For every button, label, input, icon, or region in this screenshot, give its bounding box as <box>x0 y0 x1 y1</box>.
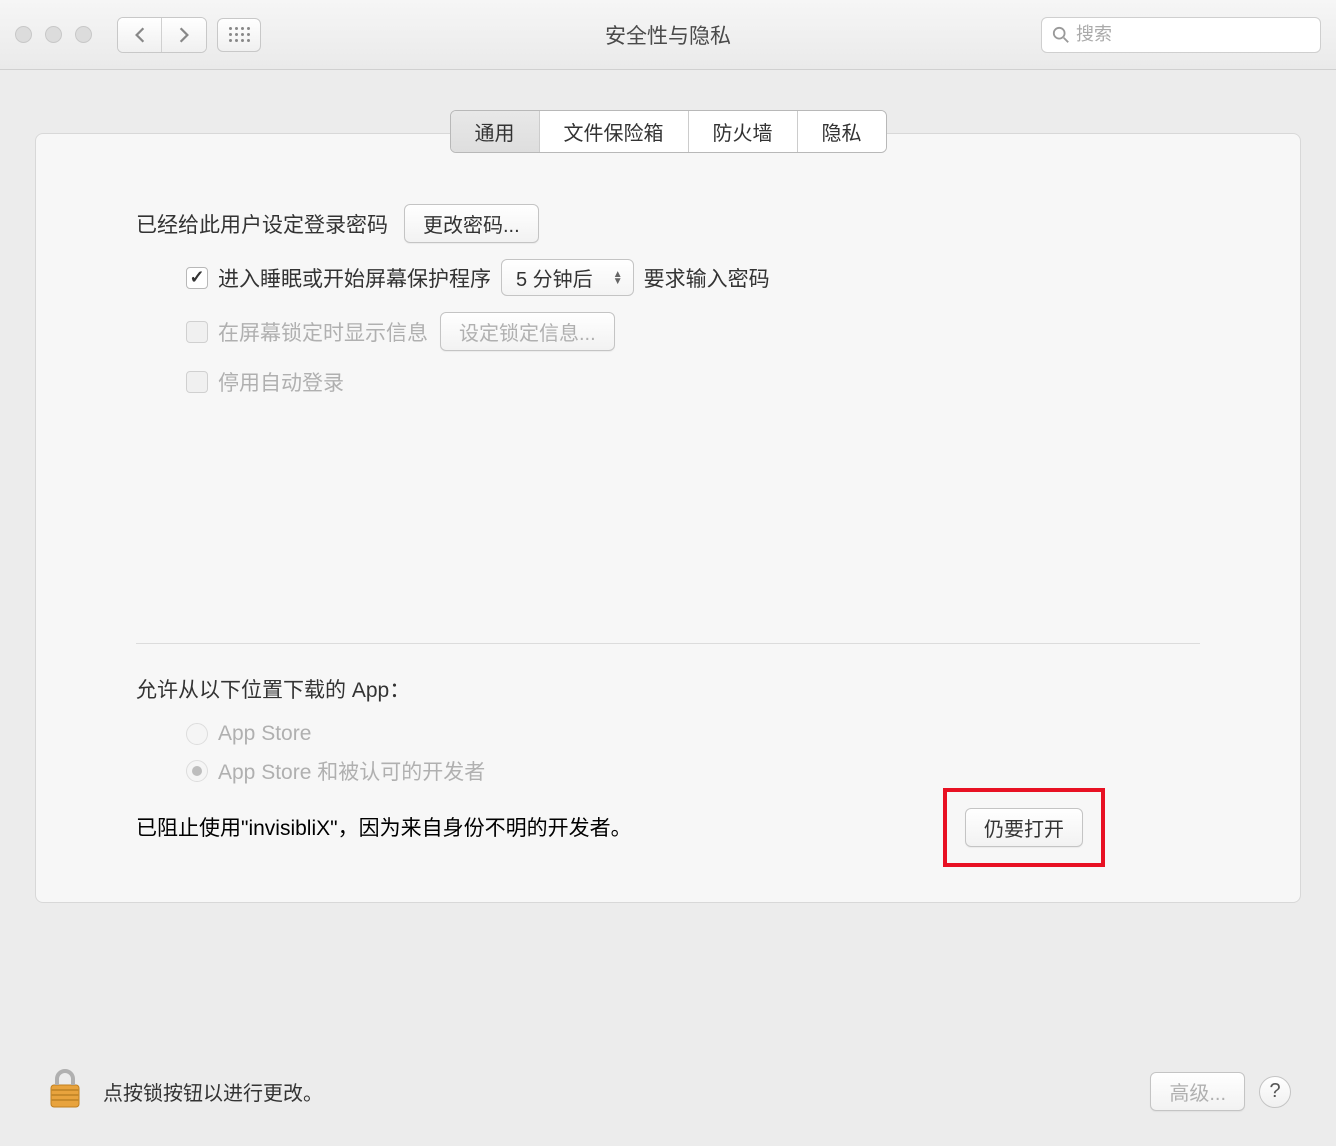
tab-group: 通用 文件保险箱 防火墙 隐私 <box>450 110 887 153</box>
allow-appstore-row: App Store <box>136 722 1200 746</box>
show-lock-message-checkbox[interactable] <box>186 321 208 343</box>
chevron-left-icon <box>133 26 147 44</box>
require-password-delay-value: 5 分钟后 <box>516 263 593 292</box>
show-lock-message-label: 在屏幕锁定时显示信息 <box>218 317 428 347</box>
allow-identified-radio[interactable] <box>186 760 208 782</box>
close-button[interactable] <box>15 26 32 43</box>
change-password-button[interactable]: 更改密码... <box>404 204 539 243</box>
search-icon <box>1052 26 1070 44</box>
require-password-row: 进入睡眠或开始屏幕保护程序 5 分钟后 ▲▼ 要求输入密码 <box>136 259 1200 296</box>
general-panel: 已经给此用户设定登录密码 更改密码... 进入睡眠或开始屏幕保护程序 5 分钟后… <box>35 133 1301 903</box>
tab-filevault[interactable]: 文件保险箱 <box>540 111 689 152</box>
forward-button[interactable] <box>162 18 206 52</box>
allow-apps-header: 允许从以下位置下载的 App： <box>136 674 1200 704</box>
password-set-row: 已经给此用户设定登录密码 更改密码... <box>136 204 1200 243</box>
tab-firewall[interactable]: 防火墙 <box>689 111 798 152</box>
open-anyway-button[interactable]: 仍要打开 <box>965 808 1083 847</box>
disable-auto-login-checkbox[interactable] <box>186 371 208 393</box>
highlight-box: 仍要打开 <box>943 788 1105 867</box>
advanced-button[interactable]: 高级... <box>1150 1072 1245 1111</box>
search-box[interactable] <box>1041 17 1321 53</box>
disable-auto-login-row: 停用自动登录 <box>136 367 1200 397</box>
nav-buttons <box>117 17 207 53</box>
blocked-app-message: 已阻止使用"invisibliX"，因为来自身份不明的开发者。 <box>136 812 632 842</box>
grid-icon <box>229 27 250 42</box>
set-lock-message-button: 设定锁定信息... <box>440 312 615 351</box>
show-all-button[interactable] <box>217 18 261 52</box>
minimize-button[interactable] <box>45 26 62 43</box>
blocked-app-row: 已阻止使用"invisibliX"，因为来自身份不明的开发者。 仍要打开 <box>136 812 1200 842</box>
tabs: 通用 文件保险箱 防火墙 隐私 <box>35 110 1301 153</box>
traffic-lights <box>15 26 92 43</box>
allow-appstore-label: App Store <box>218 722 311 746</box>
disable-auto-login-label: 停用自动登录 <box>218 367 344 397</box>
toolbar: 安全性与隐私 <box>0 0 1336 70</box>
bottom-bar: 点按锁按钮以进行更改。 高级... ? <box>45 1067 1291 1116</box>
require-password-label: 进入睡眠或开始屏幕保护程序 <box>218 263 491 293</box>
allow-identified-row: App Store 和被认可的开发者 <box>136 756 1200 786</box>
require-password-delay-select[interactable]: 5 分钟后 ▲▼ <box>501 259 634 296</box>
window-title: 安全性与隐私 <box>605 20 731 50</box>
require-password-suffix: 要求输入密码 <box>644 263 770 293</box>
password-set-label: 已经给此用户设定登录密码 <box>136 209 388 239</box>
show-lock-message-row: 在屏幕锁定时显示信息 设定锁定信息... <box>136 312 1200 351</box>
chevron-right-icon <box>177 26 191 44</box>
divider <box>136 643 1200 644</box>
allow-identified-label: App Store 和被认可的开发者 <box>218 756 485 786</box>
back-button[interactable] <box>118 18 162 52</box>
lock-text: 点按锁按钮以进行更改。 <box>103 1077 323 1106</box>
lock-button[interactable] <box>45 1067 85 1116</box>
lock-icon <box>45 1067 85 1111</box>
search-input[interactable] <box>1076 24 1310 45</box>
help-button[interactable]: ? <box>1259 1076 1291 1108</box>
tab-general[interactable]: 通用 <box>451 111 540 152</box>
allow-appstore-radio[interactable] <box>186 723 208 745</box>
require-password-checkbox[interactable] <box>186 267 208 289</box>
select-stepper-icon: ▲▼ <box>613 271 623 285</box>
zoom-button[interactable] <box>75 26 92 43</box>
content-area: 通用 文件保险箱 防火墙 隐私 已经给此用户设定登录密码 更改密码... 进入睡… <box>0 70 1336 903</box>
tab-privacy[interactable]: 隐私 <box>798 111 886 152</box>
